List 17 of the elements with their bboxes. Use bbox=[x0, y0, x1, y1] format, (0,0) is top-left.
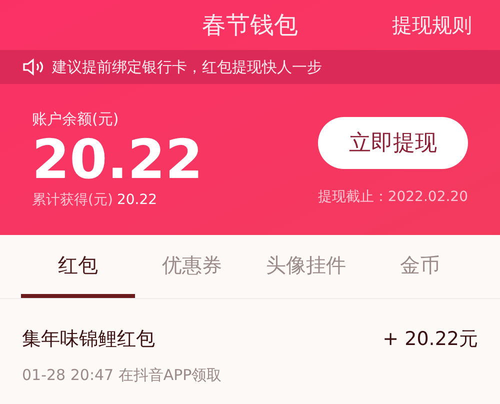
notice-text: 建议提前绑定银行卡，红包提现快人一步 bbox=[52, 56, 322, 78]
total-amount: 20.22 bbox=[116, 191, 158, 210]
balance-amount: 20.22 bbox=[32, 130, 203, 190]
record-amount: + 20.22元 bbox=[382, 327, 478, 352]
withdraw-deadline: 提现截止：2022.02.20 bbox=[318, 188, 468, 207]
total-label: 累计获得(元) bbox=[32, 191, 113, 210]
tab[interactable]: 优惠券 bbox=[135, 235, 249, 298]
tab[interactable]: 金币 bbox=[363, 235, 477, 298]
rules-link[interactable]: 提现规则 bbox=[392, 10, 472, 40]
speaker-icon bbox=[22, 58, 46, 76]
record-title: 集年味锦鲤红包 bbox=[22, 327, 155, 352]
balance-label: 账户余额(元) bbox=[32, 108, 120, 130]
tab[interactable]: 头像挂件 bbox=[249, 235, 363, 298]
withdraw-button[interactable]: 立即提现 bbox=[318, 117, 468, 169]
record-time: 01-28 20:47 在抖音APP领取 bbox=[22, 364, 223, 386]
page-title: 春节钱包 bbox=[202, 10, 298, 41]
tab[interactable]: 红包 bbox=[21, 235, 135, 298]
